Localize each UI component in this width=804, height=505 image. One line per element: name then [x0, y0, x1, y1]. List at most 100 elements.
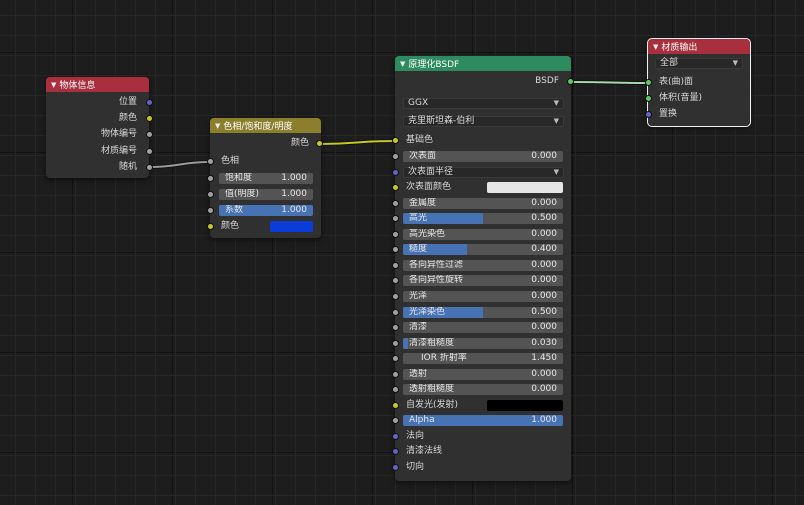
value-field[interactable]: 值(明度) 1.000 — [219, 189, 313, 200]
value-field[interactable]: Alpha 1.000 — [403, 415, 563, 426]
input-socket-icon[interactable] — [645, 111, 652, 118]
value-dropdown[interactable]: 次表面半径 ▼ — [403, 167, 564, 178]
object-info-output: 颜色 — [46, 112, 153, 125]
field-value: 1.000 — [531, 415, 557, 425]
input-label: 置换 — [659, 109, 678, 119]
input-socket-icon[interactable] — [645, 95, 652, 102]
input-label: 基础色 — [406, 135, 434, 145]
field-label: 糙度 — [409, 244, 428, 254]
input-socket-icon[interactable] — [392, 417, 399, 424]
output-socket-icon[interactable] — [146, 164, 153, 171]
input-socket-icon[interactable] — [392, 309, 399, 316]
input-label: 体积(音量) — [659, 93, 703, 103]
input-socket-icon[interactable] — [207, 207, 214, 214]
value-field[interactable]: 次表面 0.000 — [403, 151, 563, 162]
input-socket-icon[interactable] — [392, 340, 399, 347]
input-socket-icon[interactable] — [392, 324, 399, 331]
output-socket-icon[interactable] — [567, 78, 574, 85]
input-label: 色相 — [221, 156, 240, 166]
value-field[interactable]: 透射 0.000 — [403, 369, 563, 380]
principled-bsdf-node[interactable]: ▼ 原理化BSDF BSDF GGX ▼ 克里斯坦森-伯利 ▼ 基础色 次表面 0… — [392, 56, 574, 481]
input-socket-icon[interactable] — [392, 464, 399, 471]
field-label: 透射 — [409, 369, 428, 379]
input-socket-icon[interactable] — [392, 448, 399, 455]
input-socket-icon[interactable] — [392, 262, 399, 269]
input-socket-icon[interactable] — [392, 184, 399, 191]
output-socket-icon[interactable] — [146, 99, 153, 106]
input-socket-icon[interactable] — [392, 200, 399, 207]
value-field[interactable]: 高光 0.500 — [403, 213, 563, 224]
value-field[interactable]: 各向异性过滤 0.000 — [403, 260, 563, 271]
chevron-down-icon: ▼ — [553, 117, 559, 125]
input-socket-icon[interactable] — [392, 371, 399, 378]
input-socket-icon[interactable] — [392, 293, 399, 300]
input-socket-icon[interactable] — [207, 223, 214, 230]
object-info-node[interactable]: ▼ 物体信息 位置 颜色 物体编号 材质编号 随机 — [46, 77, 153, 178]
output-socket-icon[interactable] — [316, 140, 323, 147]
value-field[interactable]: 光泽 0.000 — [403, 291, 563, 302]
output-label: 位置 — [118, 97, 137, 107]
node-title: 色相/饱和度/明度 — [223, 122, 293, 132]
value-field[interactable]: 清漆 0.000 — [403, 322, 563, 333]
target-dropdown[interactable]: 全部 ▼ — [655, 58, 743, 69]
color-swatch[interactable] — [487, 400, 563, 411]
collapse-icon[interactable]: ▼ — [653, 43, 658, 51]
subsurface-method-row: 克里斯坦森-伯利 ▼ — [395, 115, 571, 128]
input-socket-icon[interactable] — [392, 277, 399, 284]
input-socket-icon[interactable] — [392, 169, 399, 176]
input-socket-icon[interactable] — [392, 246, 399, 253]
subsurface-method-dropdown[interactable]: 克里斯坦森-伯利 ▼ — [403, 116, 564, 127]
input-socket-icon[interactable] — [392, 137, 399, 144]
collapse-icon[interactable]: ▼ — [51, 81, 56, 89]
collapse-icon[interactable]: ▼ — [400, 60, 405, 68]
value-field[interactable]: 系数 1.000 — [219, 205, 313, 216]
input-socket-icon[interactable] — [392, 433, 399, 440]
object-info-output: 随机 — [46, 161, 153, 174]
field-label: 清漆 — [409, 322, 428, 332]
input-socket-icon[interactable] — [392, 402, 399, 409]
field-label: 高光 — [409, 213, 428, 223]
input-socket-icon[interactable] — [645, 79, 652, 86]
value-field[interactable]: 饱和度 1.000 — [219, 173, 313, 184]
node-title: 物体信息 — [59, 81, 96, 91]
material-output-node[interactable]: ▼ 材质输出 全部 ▼ 表(曲)面体积(音量) 置换 — [645, 38, 751, 127]
output-socket-icon[interactable] — [146, 115, 153, 122]
value-field[interactable]: 透射粗糙度 0.000 — [403, 384, 563, 395]
distribution-dropdown[interactable]: GGX ▼ — [403, 98, 564, 109]
input-socket-icon[interactable] — [392, 231, 399, 238]
field-value: 1.000 — [281, 205, 307, 215]
value-field[interactable]: 各向异性旋转 0.000 — [403, 275, 563, 286]
value-field[interactable]: 金属度 0.000 — [403, 198, 563, 209]
color-swatch[interactable] — [487, 182, 563, 193]
output-header[interactable]: ▼ 材质输出 — [648, 39, 750, 54]
value-field[interactable]: 清漆粗糙度 0.030 — [403, 338, 563, 349]
input-socket-icon[interactable] — [207, 175, 214, 182]
value-field[interactable]: 光泽染色 0.500 — [403, 307, 563, 318]
value-field[interactable]: 糙度 0.400 — [403, 244, 563, 255]
hsv-header[interactable]: ▼ 色相/饱和度/明度 — [210, 118, 321, 133]
value-field[interactable]: 高光染色 0.000 — [403, 229, 563, 240]
field-value: 0.000 — [531, 229, 557, 239]
bsdf-input-row: 糙度 0.400 — [392, 243, 571, 256]
input-socket-icon[interactable] — [392, 386, 399, 393]
field-label: 清漆粗糙度 — [409, 338, 455, 348]
input-socket-icon[interactable] — [207, 191, 214, 198]
output-socket-icon[interactable] — [146, 148, 153, 155]
input-socket-icon[interactable] — [207, 158, 214, 165]
color-swatch[interactable] — [270, 221, 313, 232]
input-socket-icon[interactable] — [392, 153, 399, 160]
input-socket-icon[interactable] — [392, 215, 399, 222]
collapse-icon[interactable]: ▼ — [215, 122, 220, 130]
output-socket-icon[interactable] — [146, 131, 153, 138]
value-field[interactable]: IOR 折射率 1.450 — [403, 353, 563, 364]
hue-saturation-value-node[interactable]: ▼ 色相/饱和度/明度 颜色 色相 饱和度 1.000 值(明度) 1.000 系数 1.… — [207, 118, 323, 238]
distribution-row: GGX ▼ — [395, 97, 571, 110]
field-value: 0.500 — [531, 307, 557, 317]
input-socket-icon[interactable] — [392, 355, 399, 362]
node-title: 原理化BSDF — [408, 60, 460, 70]
bsdf-input-row: 高光染色 0.000 — [392, 228, 571, 241]
field-label: 值(明度) — [225, 189, 260, 199]
object-info-header[interactable]: ▼ 物体信息 — [46, 77, 149, 92]
input-label: 表(曲)面 — [659, 77, 694, 87]
bsdf-header[interactable]: ▼ 原理化BSDF — [395, 56, 571, 71]
